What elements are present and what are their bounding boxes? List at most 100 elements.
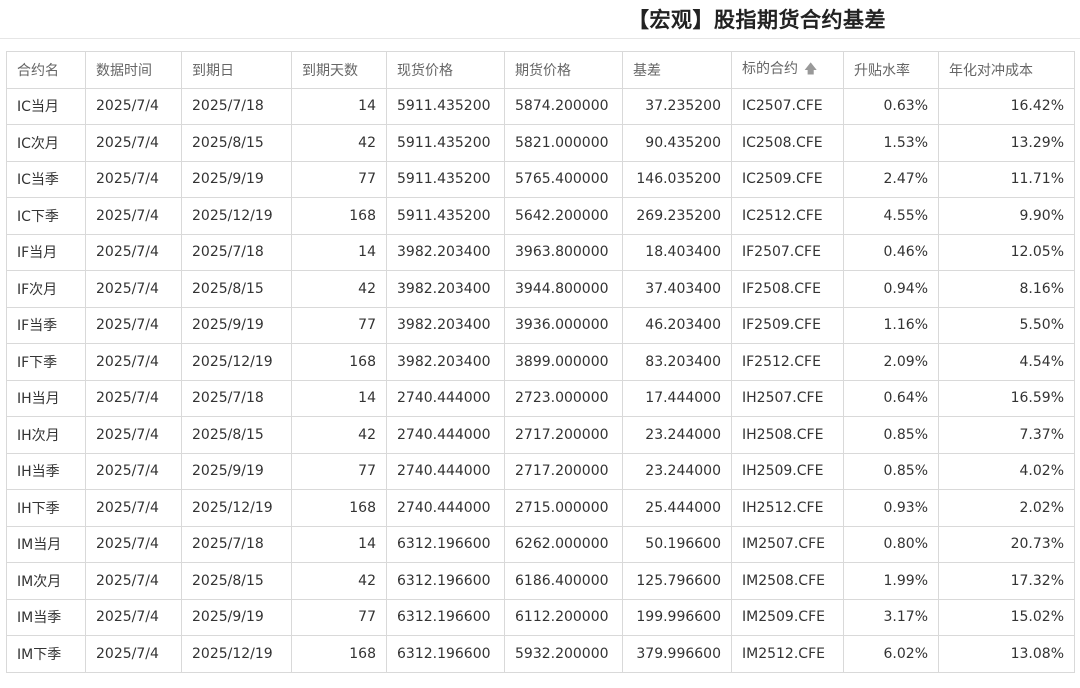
cell-futures-price: 6186.400000: [504, 562, 623, 600]
cell-expiry-date: 2025/8/15: [181, 562, 292, 600]
column-header-premium-discount-rate[interactable]: 升贴水率: [843, 51, 939, 89]
cell-basis: 90.435200: [622, 124, 732, 162]
cell-expiry-date: 2025/9/19: [181, 306, 292, 344]
table-row: IF当季 2025/7/4 2025/9/19 77 3982.203400 3936.0…: [6, 306, 1075, 344]
cell-data-time: 2025/7/4: [85, 270, 182, 308]
cell-annualized-hedging-cost: 4.02%: [938, 452, 1075, 490]
cell-annualized-hedging-cost: 20.73%: [938, 525, 1075, 563]
cell-days-to-expiry: 77: [291, 160, 387, 198]
column-header-expiry-date[interactable]: 到期日: [181, 51, 292, 89]
cell-contract-name: IF下季: [6, 343, 86, 381]
cell-spot-price: 6312.196600: [386, 562, 505, 600]
table-row: IC当季 2025/7/4 2025/9/19 77 5911.435200 5765.4…: [6, 160, 1075, 198]
cell-futures-price: 3936.000000: [504, 306, 623, 344]
cell-spot-price: 6312.196600: [386, 525, 505, 563]
cell-premium-discount-rate: 3.17%: [843, 598, 939, 636]
cell-premium-discount-rate: 1.16%: [843, 306, 939, 344]
cell-annualized-hedging-cost: 15.02%: [938, 598, 1075, 636]
cell-days-to-expiry: 168: [291, 343, 387, 381]
cell-basis: 18.403400: [622, 233, 732, 271]
table-row: IC当月 2025/7/4 2025/7/18 14 5911.435200 5874.2…: [6, 87, 1075, 125]
sort-ascending-arrow-icon[interactable]: 🡅: [804, 60, 817, 82]
cell-basis: 146.035200: [622, 160, 732, 198]
cell-basis: 269.235200: [622, 197, 732, 235]
cell-basis: 199.996600: [622, 598, 732, 636]
cell-expiry-date: 2025/7/18: [181, 233, 292, 271]
cell-days-to-expiry: 42: [291, 270, 387, 308]
cell-data-time: 2025/7/4: [85, 635, 182, 673]
cell-contract-name: IH当月: [6, 379, 86, 417]
cell-data-time: 2025/7/4: [85, 160, 182, 198]
cell-expiry-date: 2025/12/19: [181, 343, 292, 381]
cell-premium-discount-rate: 2.09%: [843, 343, 939, 381]
cell-futures-price: 2715.000000: [504, 489, 623, 527]
column-header-days-to-expiry[interactable]: 到期天数: [291, 51, 387, 89]
cell-expiry-date: 2025/9/19: [181, 452, 292, 490]
table-row: IH下季 2025/7/4 2025/12/19 168 2740.444000 2715…: [6, 489, 1075, 527]
cell-premium-discount-rate: 0.64%: [843, 379, 939, 417]
cell-contract-name: IC下季: [6, 197, 86, 235]
cell-spot-price: 2740.444000: [386, 379, 505, 417]
cell-contract-name: IF当季: [6, 306, 86, 344]
cell-days-to-expiry: 14: [291, 525, 387, 563]
table-row: IM当季 2025/7/4 2025/9/19 77 6312.196600 6112.2…: [6, 598, 1075, 636]
cell-data-time: 2025/7/4: [85, 197, 182, 235]
column-header-annualized-hedging-cost[interactable]: 年化对冲成本: [938, 51, 1075, 89]
cell-basis: 25.444000: [622, 489, 732, 527]
cell-data-time: 2025/7/4: [85, 489, 182, 527]
table-row: IF下季 2025/7/4 2025/12/19 168 3982.203400 3899…: [6, 343, 1075, 381]
cell-data-time: 2025/7/4: [85, 416, 182, 454]
cell-premium-discount-rate: 0.80%: [843, 525, 939, 563]
cell-premium-discount-rate: 0.94%: [843, 270, 939, 308]
cell-spot-price: 2740.444000: [386, 452, 505, 490]
cell-basis: 50.196600: [622, 525, 732, 563]
cell-expiry-date: 2025/8/15: [181, 124, 292, 162]
column-header-spot-price[interactable]: 现货价格: [386, 51, 505, 89]
cell-spot-price: 3982.203400: [386, 343, 505, 381]
cell-spot-price: 3982.203400: [386, 306, 505, 344]
column-header-basis[interactable]: 基差: [622, 51, 732, 89]
table-row: IF当月 2025/7/4 2025/7/18 14 3982.203400 3963.8…: [6, 233, 1075, 271]
cell-contract-name: IF当月: [6, 233, 86, 271]
cell-futures-price: 2717.200000: [504, 452, 623, 490]
cell-premium-discount-rate: 0.85%: [843, 416, 939, 454]
cell-basis: 37.235200: [622, 87, 732, 125]
cell-annualized-hedging-cost: 12.05%: [938, 233, 1075, 271]
cell-contract-name: IH当季: [6, 452, 86, 490]
cell-days-to-expiry: 77: [291, 452, 387, 490]
cell-contract-name: IC当月: [6, 87, 86, 125]
column-header-contract-name[interactable]: 合约名: [6, 51, 86, 89]
column-header-underlying-contract[interactable]: 标的合约 🡅: [731, 51, 844, 89]
cell-annualized-hedging-cost: 5.50%: [938, 306, 1075, 344]
cell-premium-discount-rate: 0.85%: [843, 452, 939, 490]
table-row: IC次月 2025/7/4 2025/8/15 42 5911.435200 5821.0…: [6, 124, 1075, 162]
cell-spot-price: 2740.444000: [386, 416, 505, 454]
column-header-futures-price[interactable]: 期货价格: [504, 51, 623, 89]
cell-underlying-contract: IF2507.CFE: [731, 233, 844, 271]
cell-premium-discount-rate: 2.47%: [843, 160, 939, 198]
cell-spot-price: 5911.435200: [386, 160, 505, 198]
column-header-data-time[interactable]: 数据时间: [85, 51, 182, 89]
cell-days-to-expiry: 77: [291, 306, 387, 344]
cell-basis: 23.244000: [622, 452, 732, 490]
cell-spot-price: 2740.444000: [386, 489, 505, 527]
cell-futures-price: 6262.000000: [504, 525, 623, 563]
cell-futures-price: 5932.200000: [504, 635, 623, 673]
cell-basis: 37.403400: [622, 270, 732, 308]
cell-contract-name: IH下季: [6, 489, 86, 527]
cell-underlying-contract: IM2509.CFE: [731, 598, 844, 636]
cell-futures-price: 5642.200000: [504, 197, 623, 235]
cell-expiry-date: 2025/7/18: [181, 379, 292, 417]
cell-underlying-contract: IM2507.CFE: [731, 525, 844, 563]
cell-basis: 83.203400: [622, 343, 732, 381]
cell-annualized-hedging-cost: 17.32%: [938, 562, 1075, 600]
cell-premium-discount-rate: 4.55%: [843, 197, 939, 235]
cell-days-to-expiry: 14: [291, 87, 387, 125]
cell-underlying-contract: IM2508.CFE: [731, 562, 844, 600]
cell-spot-price: 3982.203400: [386, 233, 505, 271]
cell-data-time: 2025/7/4: [85, 124, 182, 162]
cell-spot-price: 6312.196600: [386, 635, 505, 673]
table-row: IM下季 2025/7/4 2025/12/19 168 6312.196600 5932…: [6, 635, 1075, 673]
cell-expiry-date: 2025/9/19: [181, 598, 292, 636]
cell-underlying-contract: IH2509.CFE: [731, 452, 844, 490]
